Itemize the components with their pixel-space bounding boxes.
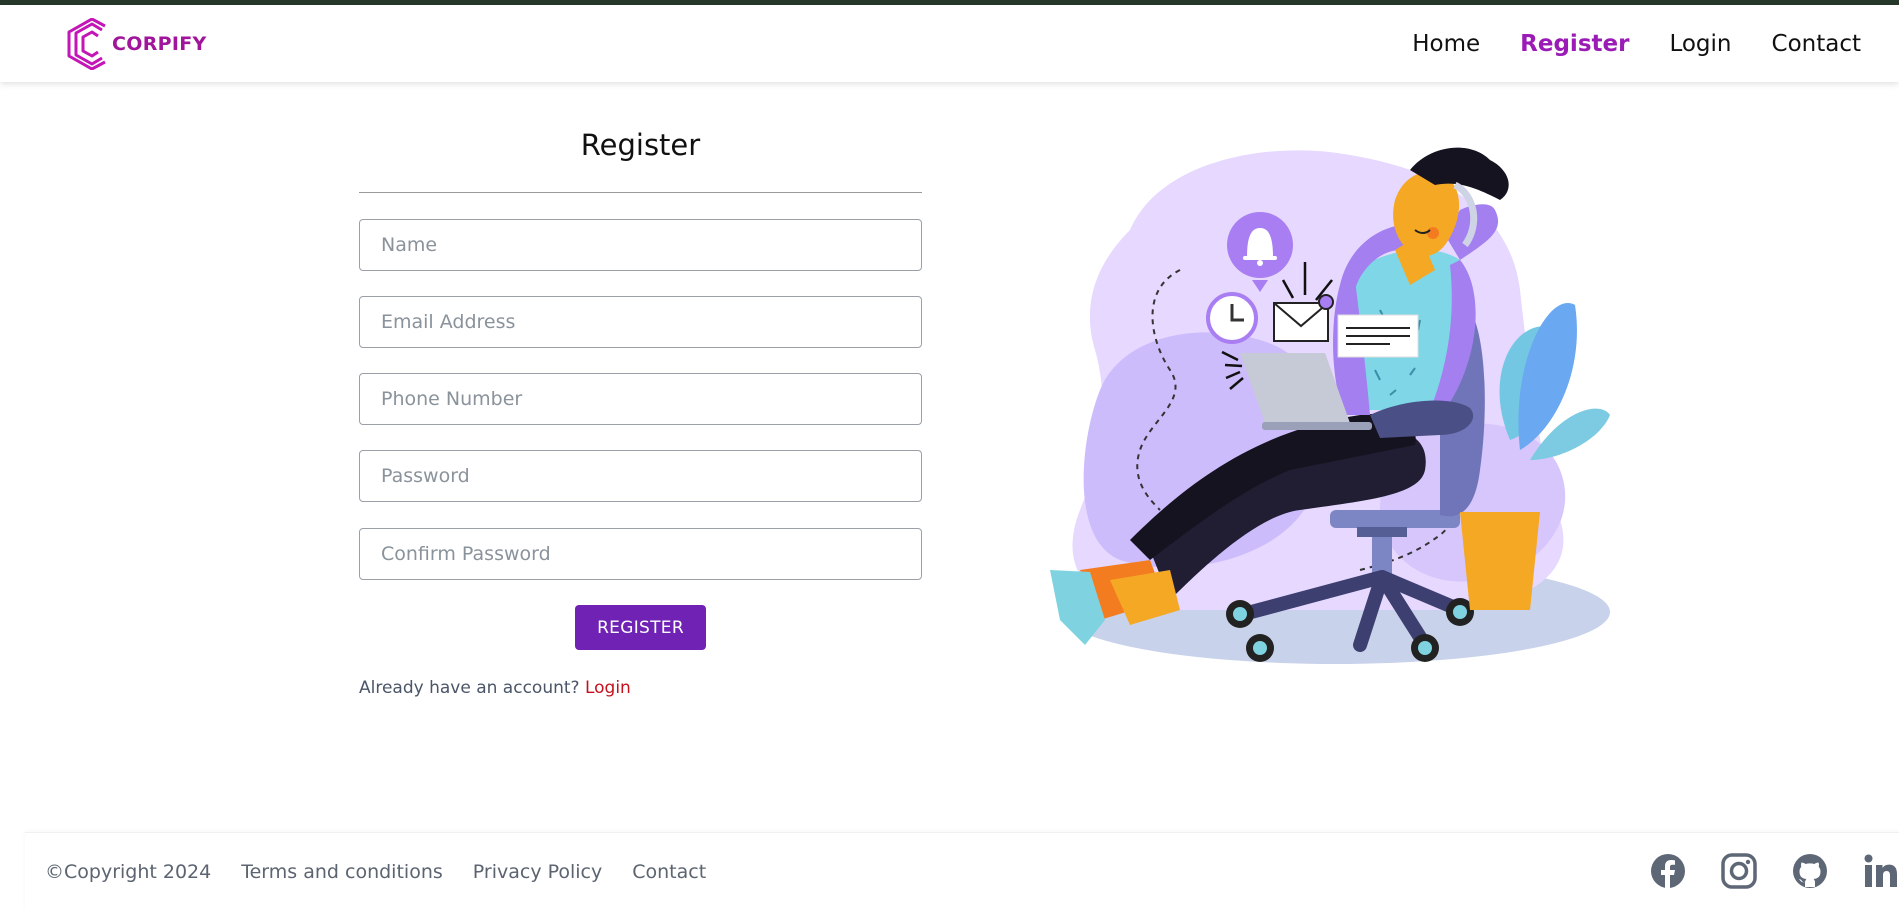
- register-form: Register REGISTER Already have an accoun…: [359, 120, 922, 698]
- instagram-icon[interactable]: [1721, 853, 1757, 889]
- main-nav: Home Register Login Contact: [1412, 5, 1861, 82]
- footer: ©Copyright 2024 Terms and conditions Pri…: [25, 832, 1899, 910]
- nav-home[interactable]: Home: [1412, 31, 1480, 57]
- nav-register[interactable]: Register: [1520, 31, 1629, 57]
- corpify-logo-icon: [67, 18, 106, 70]
- facebook-icon[interactable]: [1650, 853, 1686, 889]
- terms-link[interactable]: Terms and conditions: [241, 861, 443, 883]
- form-title: Register: [580, 128, 701, 162]
- footer-contact-link[interactable]: Contact: [632, 861, 706, 883]
- brand-logo[interactable]: CORPIFY: [64, 18, 207, 70]
- nav-contact[interactable]: Contact: [1772, 31, 1861, 57]
- phone-input[interactable]: [359, 373, 922, 425]
- login-prompt: Already have an account? Login: [359, 678, 922, 698]
- footer-links: ©Copyright 2024 Terms and conditions Pri…: [45, 833, 706, 910]
- social-links: [1650, 853, 1899, 889]
- account-prompt-text: Already have an account?: [359, 678, 580, 698]
- nav-login[interactable]: Login: [1669, 31, 1731, 57]
- title-divider: [359, 192, 922, 193]
- brand-name: CORPIFY: [112, 33, 207, 55]
- login-link[interactable]: Login: [585, 678, 631, 698]
- submit-row: REGISTER: [359, 605, 922, 650]
- name-input[interactable]: [359, 219, 922, 271]
- register-button[interactable]: REGISTER: [575, 605, 706, 650]
- linkedin-icon[interactable]: [1863, 853, 1899, 889]
- privacy-link[interactable]: Privacy Policy: [473, 861, 602, 883]
- copyright-text: ©Copyright 2024: [45, 861, 212, 883]
- confirm-password-input[interactable]: [359, 528, 922, 580]
- password-input[interactable]: [359, 450, 922, 502]
- github-icon[interactable]: [1792, 853, 1828, 889]
- navbar: CORPIFY Home Register Login Contact: [0, 5, 1899, 82]
- email-input[interactable]: [359, 296, 922, 348]
- person-relaxing-in-chair-illustration: [1050, 147, 1610, 664]
